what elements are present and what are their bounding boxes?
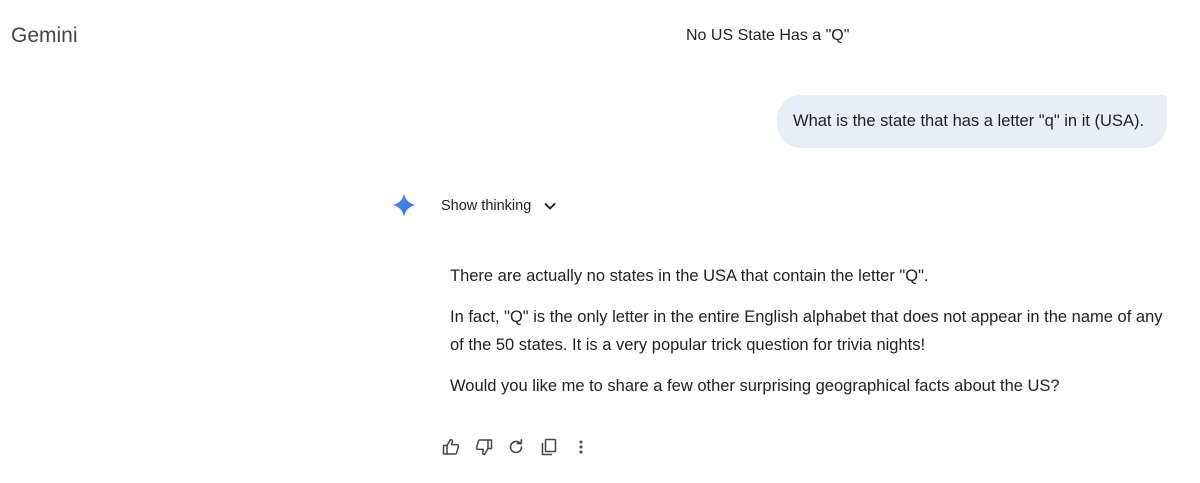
response-paragraph: Would you like me to share a few other s… (450, 377, 1060, 395)
copy-button[interactable] (538, 436, 560, 458)
response-paragraph: In fact, "Q" is the only letter in the e… (450, 308, 1163, 354)
show-thinking-toggle[interactable]: Show thinking (441, 195, 558, 217)
model-response: There are actually no states in the USA … (450, 262, 1165, 413)
regenerate-button[interactable] (505, 436, 527, 458)
user-message-bubble: What is the state that has a letter "q" … (777, 95, 1167, 148)
thumb-up-icon (441, 437, 461, 457)
user-message-text: What is the state that has a letter "q" … (793, 112, 1145, 130)
conversation-title: No US State Has a "Q" (686, 27, 850, 44)
show-thinking-label: Show thinking (441, 198, 532, 214)
copy-icon (539, 437, 559, 457)
chevron-down-icon (542, 198, 558, 214)
response-paragraph: There are actually no states in the USA … (450, 267, 929, 285)
more-vert-icon (571, 437, 591, 457)
more-options-button[interactable] (570, 436, 592, 458)
thumb-down-icon (474, 437, 494, 457)
regenerate-icon (506, 437, 526, 457)
app-name[interactable]: Gemini (11, 24, 78, 48)
gemini-spark-icon (391, 192, 417, 218)
thumb-down-button[interactable] (473, 436, 495, 458)
thumb-up-button[interactable] (440, 436, 462, 458)
response-actions (440, 436, 603, 458)
